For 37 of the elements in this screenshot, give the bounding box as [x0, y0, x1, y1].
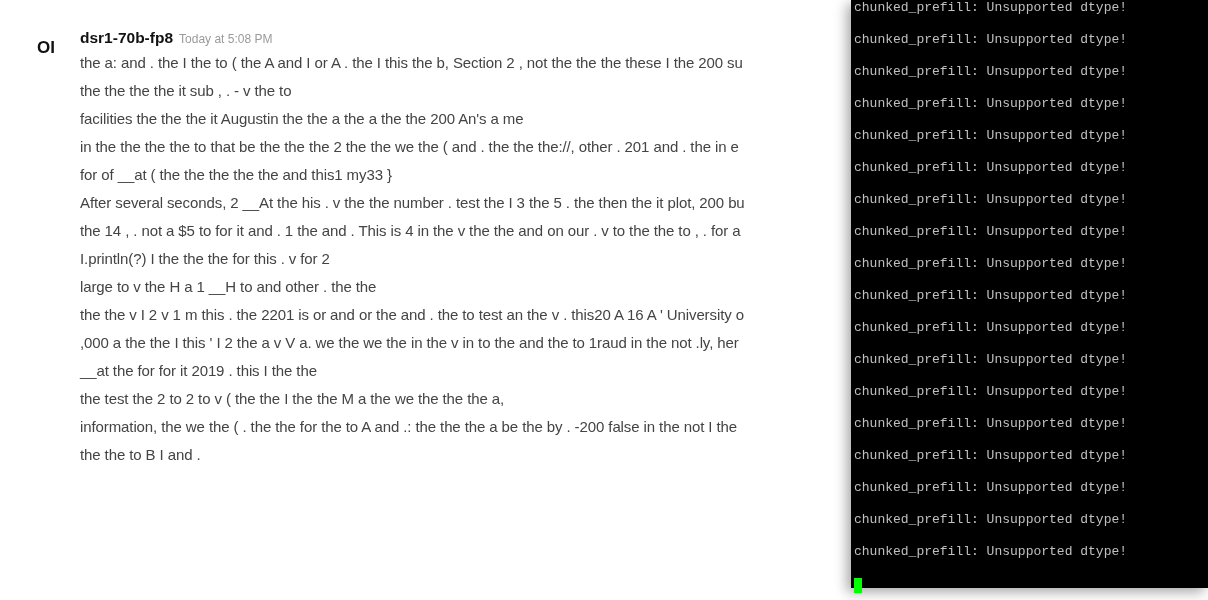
terminal-line: chunked_prefill: Unsupported dtype! — [854, 96, 1129, 113]
message-line: the the the the it sub , . - v the to — [80, 81, 293, 101]
message-line: the 14 , . not a $5 to for it and . 1 the and . This is 4 in the v the the and on our . v to the the to , . for a — [80, 221, 742, 241]
terminal-line: chunked_prefill: Unsupported dtype! — [854, 352, 1129, 369]
terminal-line: chunked_prefill: Unsupported dtype! — [854, 448, 1129, 465]
message-line: the the to B I and . — [80, 445, 202, 465]
terminal-line: chunked_prefill: Unsupported dtype! — [854, 32, 1129, 49]
terminal-line: chunked_prefill: Unsupported dtype! — [854, 320, 1129, 337]
message-line: ,000 a the the I this ' I 2 the a v V a. we the we the in the v in to the and the to 1raud in the not .ly, her — [80, 333, 740, 353]
author-name: dsr1-70b-fp8 — [80, 29, 174, 47]
terminal-line: chunked_prefill: Unsupported dtype! — [854, 224, 1129, 241]
message-line: for of __at ( the the the the the and this1 my33 } — [80, 165, 393, 185]
message-line: information, the we the ( . the the for the to A and .: the the the a be the by . -200 false in the not I the — [80, 417, 739, 437]
message-line: facilities the the the it Augustin the the a the a the the 200 An's a me — [80, 109, 525, 129]
terminal-cursor — [854, 578, 862, 593]
terminal-line: chunked_prefill: Unsupported dtype! — [854, 128, 1129, 145]
message-line: I.println(?) I the the the for this . v for 2 — [80, 249, 331, 269]
terminal-line: chunked_prefill: Unsupported dtype! — [854, 480, 1129, 497]
terminal-line: chunked_prefill: Unsupported dtype! — [854, 256, 1129, 273]
message-line: After several seconds, 2 __At the his . v the the number . test the I 3 the 5 . the then the it plot, 200 bu — [80, 193, 745, 213]
message-line: __at the for for it 2019 . this I the the — [80, 361, 318, 381]
terminal-line: chunked_prefill: Unsupported dtype! — [854, 512, 1129, 529]
message-line: the test the 2 to 2 to v ( the the I the the M a the we the the the a, — [80, 389, 506, 409]
terminal-line: chunked_prefill: Unsupported dtype! — [854, 160, 1129, 177]
avatar-initials: OI — [37, 38, 56, 59]
terminal-line: chunked_prefill: Unsupported dtype! — [854, 64, 1129, 81]
terminal-line: chunked_prefill: Unsupported dtype! — [854, 288, 1129, 305]
terminal-line: chunked_prefill: Unsupported dtype! — [854, 0, 1129, 17]
message-line: the the v I 2 v 1 m this . the 2201 is or and or the and . the to test an the v . this20 A 16 A ' University o — [80, 305, 745, 325]
terminal-line: chunked_prefill: Unsupported dtype! — [854, 384, 1129, 401]
message-line: large to v the H a 1 __H to and other . the the — [80, 277, 378, 297]
message-line: in the the the the to that be the the the 2 the the we the ( and . the the the://, other . 201 and . the in e — [80, 137, 740, 157]
terminal-line: chunked_prefill: Unsupported dtype! — [854, 192, 1129, 209]
message-line: the a: and . the I the to ( the A and I or A . the I this the b, Section 2 , not the the the these I the 200 su — [80, 53, 744, 73]
terminal-line: chunked_prefill: Unsupported dtype! — [854, 416, 1129, 433]
terminal-line: chunked_prefill: Unsupported dtype! — [854, 544, 1129, 561]
message-time: Today at 5:08 PM — [179, 32, 273, 46]
